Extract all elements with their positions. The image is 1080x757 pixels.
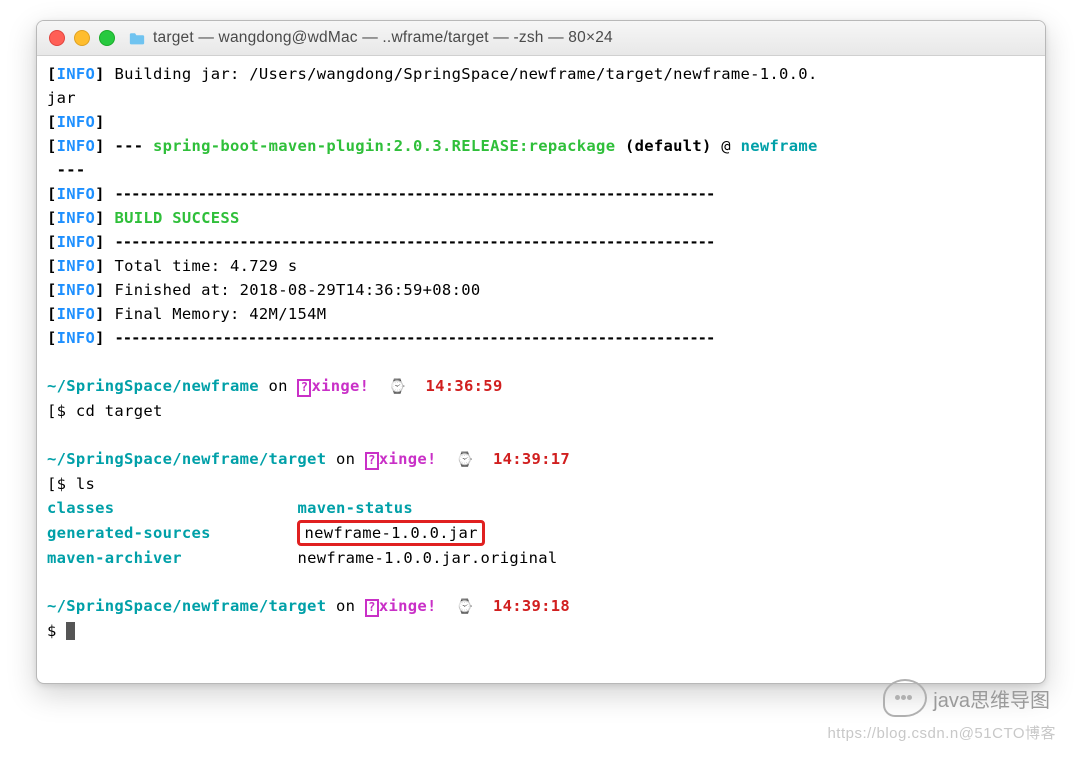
ls-dir: classes [47, 499, 114, 517]
watch-icon: ⌚ [456, 452, 474, 468]
minimize-icon[interactable] [74, 30, 90, 46]
wechat-icon [883, 679, 927, 717]
watermark-url: https://blog.csdn.n@51CTO博客 [827, 722, 1056, 743]
branch-icon: ? [297, 379, 311, 397]
zoom-icon[interactable] [99, 30, 115, 46]
traffic-lights [49, 30, 115, 46]
close-icon[interactable] [49, 30, 65, 46]
watch-icon: ⌚ [389, 379, 407, 395]
folder-icon [129, 32, 145, 45]
terminal-window: target — wangdong@wdMac — ..wframe/targe… [36, 20, 1046, 684]
watermark-wechat: java思维导图 [883, 679, 1050, 717]
cursor-icon [66, 622, 75, 640]
ls-dir: maven-archiver [47, 549, 182, 567]
terminal-body[interactable]: [INFO] Building jar: /Users/wangdong/Spr… [37, 56, 1045, 683]
ls-dir: generated-sources [47, 524, 211, 542]
branch-icon: ? [365, 452, 379, 470]
branch-icon: ? [365, 599, 379, 617]
watch-icon: ⌚ [456, 599, 474, 615]
titlebar[interactable]: target — wangdong@wdMac — ..wframe/targe… [37, 21, 1045, 56]
highlight-box: newframe-1.0.0.jar [297, 520, 484, 546]
window-title: target — wangdong@wdMac — ..wframe/targe… [153, 29, 613, 47]
ls-dir: maven-status [297, 499, 413, 517]
